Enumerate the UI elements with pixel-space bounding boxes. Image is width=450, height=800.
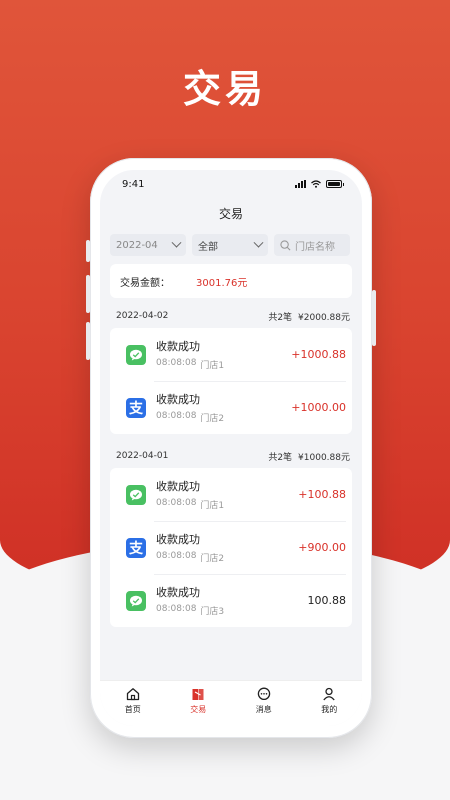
day-date: 2022-04-02 bbox=[116, 311, 169, 321]
tab-profile-label: 我的 bbox=[321, 704, 338, 714]
transaction-amount: +900.00 bbox=[298, 541, 346, 554]
filter-bar: 2022-04 全部 门店名称 bbox=[100, 230, 362, 258]
transaction-amount: 100.88 bbox=[307, 594, 347, 607]
month-select-value: 2022-04 bbox=[116, 239, 158, 251]
transaction-store: 门店3 bbox=[200, 607, 225, 617]
tab-profile[interactable]: 我的 bbox=[297, 681, 363, 720]
search-placeholder: 门店名称 bbox=[295, 241, 335, 253]
alipay-icon: 支 bbox=[126, 537, 146, 558]
transaction-meta: 08:08:08 门店3 bbox=[156, 604, 308, 617]
transaction-info: 收款成功 08:08:08 门店2 bbox=[156, 391, 291, 424]
transaction-list: 收款成功 08:08:08 门店1 +1000.88 支 收款成功 08:08:… bbox=[110, 328, 352, 434]
day-date: 2022-04-01 bbox=[116, 451, 169, 461]
transaction-time: 08:08:08 bbox=[156, 551, 197, 561]
tab-home[interactable]: 首页 bbox=[100, 681, 166, 720]
wechat-pay-icon bbox=[126, 484, 146, 505]
status-icons bbox=[295, 180, 344, 188]
tab-messages-label: 消息 bbox=[255, 704, 272, 714]
phone-side-button bbox=[86, 240, 90, 262]
chevron-down-icon bbox=[171, 237, 182, 248]
home-icon bbox=[126, 687, 139, 700]
day-count: 共2笔 bbox=[268, 452, 293, 463]
phone-screen: 9:41 交易 2022-04 全部 门店名称 交易金额： 3001.76元 2… bbox=[100, 170, 362, 726]
tab-messages[interactable]: 消息 bbox=[231, 681, 297, 720]
transaction-time: 08:08:08 bbox=[156, 498, 197, 508]
transaction-row[interactable]: 收款成功 08:08:08 门店1 +100.88 bbox=[110, 468, 352, 521]
message-icon bbox=[257, 687, 270, 700]
transaction-info: 收款成功 08:08:08 门店3 bbox=[156, 584, 308, 617]
transaction-info: 收款成功 08:08:08 门店2 bbox=[156, 531, 298, 564]
transaction-status: 收款成功 bbox=[156, 533, 200, 546]
store-search-input[interactable]: 门店名称 bbox=[274, 234, 350, 256]
battery-icon bbox=[326, 180, 344, 188]
transaction-list: 收款成功 08:08:08 门店1 +100.88 支 收款成功 08:08:0… bbox=[110, 468, 352, 627]
transaction-meta: 08:08:08 门店2 bbox=[156, 411, 291, 424]
day-header: 2022-04-01 共2笔 ¥1000.88元 bbox=[100, 444, 362, 468]
type-select[interactable]: 全部 bbox=[192, 234, 268, 256]
transaction-amount: +1000.00 bbox=[291, 401, 346, 414]
tab-transactions[interactable]: 交易 bbox=[166, 681, 232, 720]
status-time: 9:41 bbox=[122, 178, 145, 190]
transaction-store: 门店2 bbox=[200, 554, 225, 564]
tab-home-label: 首页 bbox=[124, 704, 141, 714]
transactions-icon bbox=[192, 688, 204, 700]
search-icon bbox=[280, 239, 291, 250]
transaction-status: 收款成功 bbox=[156, 480, 200, 493]
tab-transactions-label: 交易 bbox=[190, 704, 207, 714]
transaction-row[interactable]: 收款成功 08:08:08 门店3 100.88 bbox=[110, 574, 352, 627]
transaction-time: 08:08:08 bbox=[156, 358, 197, 368]
alipay-icon: 支 bbox=[126, 397, 146, 418]
total-amount-value: 3001.76元 bbox=[196, 277, 248, 289]
signal-icon bbox=[295, 180, 306, 188]
page-title: 交易 bbox=[218, 207, 243, 221]
transaction-status: 收款成功 bbox=[156, 586, 200, 599]
transaction-amount: +100.88 bbox=[298, 488, 346, 501]
hero-title: 交易 bbox=[182, 67, 267, 111]
day-header: 2022-04-02 共2笔 ¥2000.88元 bbox=[100, 304, 362, 328]
transaction-row[interactable]: 支 收款成功 08:08:08 门店2 +1000.00 bbox=[110, 381, 352, 434]
transaction-status: 收款成功 bbox=[156, 340, 200, 353]
transaction-store: 门店1 bbox=[200, 361, 225, 371]
transaction-time: 08:08:08 bbox=[156, 411, 197, 421]
transaction-store: 门店2 bbox=[200, 414, 225, 424]
phone-side-button bbox=[86, 322, 90, 360]
month-select[interactable]: 2022-04 bbox=[110, 234, 186, 256]
phone-side-button bbox=[372, 290, 376, 346]
transaction-time: 08:08:08 bbox=[156, 604, 197, 614]
total-amount-card: 交易金额： 3001.76元 bbox=[110, 264, 352, 298]
transaction-row[interactable]: 支 收款成功 08:08:08 门店2 +900.00 bbox=[110, 521, 352, 574]
bottom-tab-bar: 首页 交易 消息 我的 bbox=[100, 680, 362, 726]
day-count: 共2笔 bbox=[268, 312, 293, 323]
day-total: ¥2000.88元 bbox=[298, 312, 350, 323]
transaction-info: 收款成功 08:08:08 门店1 bbox=[156, 478, 298, 511]
chevron-down-icon bbox=[253, 237, 264, 248]
phone-side-button bbox=[86, 275, 90, 313]
transaction-store: 门店1 bbox=[200, 501, 225, 511]
user-icon bbox=[323, 687, 335, 700]
status-bar: 9:41 bbox=[100, 170, 362, 198]
transaction-info: 收款成功 08:08:08 门店1 bbox=[156, 338, 291, 371]
wechat-pay-icon bbox=[126, 590, 146, 611]
day-total: ¥1000.88元 bbox=[298, 452, 350, 463]
wechat-pay-icon bbox=[126, 344, 146, 365]
type-select-value: 全部 bbox=[198, 241, 218, 253]
total-amount-label: 交易金额： bbox=[120, 277, 170, 289]
transaction-meta: 08:08:08 门店1 bbox=[156, 358, 291, 371]
transaction-meta: 08:08:08 门店1 bbox=[156, 498, 298, 511]
transaction-status: 收款成功 bbox=[156, 393, 200, 406]
transaction-meta: 08:08:08 门店2 bbox=[156, 551, 298, 564]
transaction-row[interactable]: 收款成功 08:08:08 门店1 +1000.88 bbox=[110, 328, 352, 381]
wifi-icon bbox=[311, 180, 321, 188]
transaction-amount: +1000.88 bbox=[291, 348, 346, 361]
